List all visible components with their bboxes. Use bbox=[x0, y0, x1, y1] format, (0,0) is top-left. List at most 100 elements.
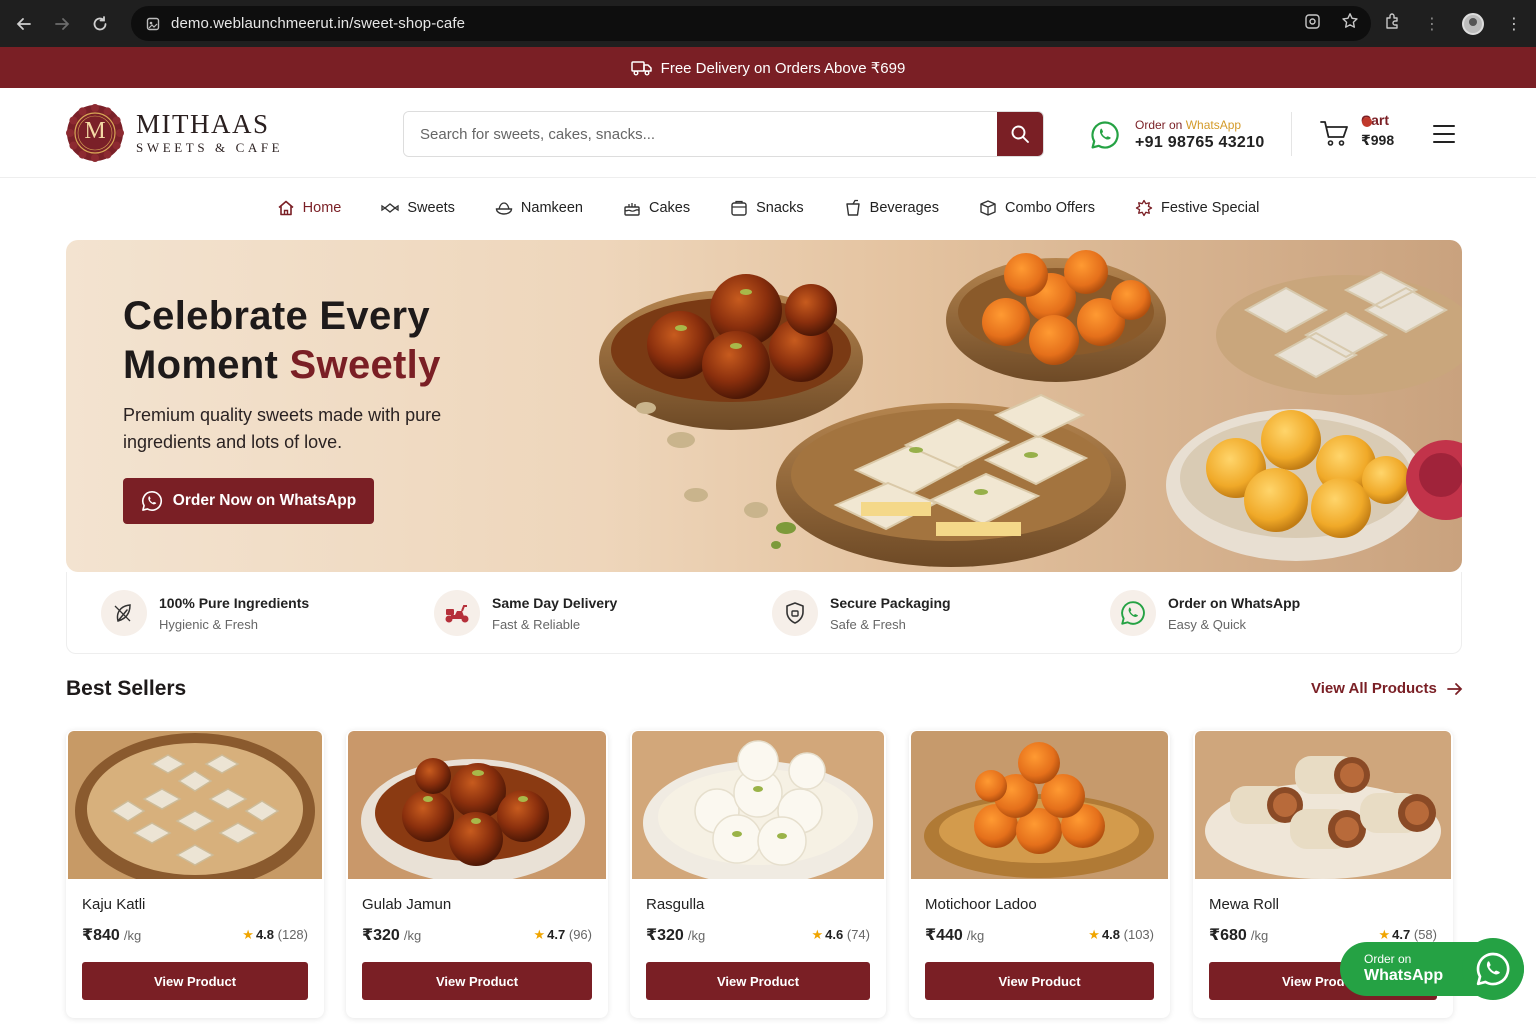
hero-subtitle: Premium quality sweets made with pure in… bbox=[123, 405, 442, 452]
view-product-button[interactable]: View Product bbox=[362, 962, 592, 1000]
product-rating: ★ 4.6 (74) bbox=[811, 927, 870, 942]
hero-sweets-image bbox=[599, 250, 1462, 567]
product-price: ₹320/kg bbox=[362, 927, 422, 944]
site-info-icon[interactable] bbox=[145, 16, 161, 32]
whatsapp-icon bbox=[141, 491, 162, 511]
product-card[interactable]: Rasgulla ₹320/kg ★ 4.6 (74) View Product bbox=[630, 730, 886, 1018]
search-icon bbox=[1011, 125, 1029, 143]
product-price: ₹840/kg bbox=[82, 927, 142, 944]
product-name[interactable]: Rasgulla bbox=[646, 896, 704, 913]
nav-item-namkeen[interactable]: Namkeen bbox=[495, 190, 583, 226]
leaf-icon bbox=[101, 590, 147, 636]
product-image-kaju-katli[interactable] bbox=[68, 731, 322, 879]
product-card[interactable]: Kaju Katli ₹840/kg ★ 4.8 (128) View Produ… bbox=[66, 730, 324, 1018]
bookmark-star-icon[interactable] bbox=[1341, 12, 1359, 35]
truck-icon bbox=[630, 60, 652, 75]
header-divider bbox=[1291, 112, 1292, 156]
scooter-icon bbox=[434, 590, 480, 636]
star-icon: ★ bbox=[533, 927, 546, 942]
product-price: ₹440/kg bbox=[925, 927, 985, 944]
cup-icon bbox=[844, 199, 862, 217]
whatsapp-icon bbox=[1091, 121, 1119, 149]
profile-avatar[interactable] bbox=[1462, 12, 1484, 35]
product-rating: ★ 4.7 (58) bbox=[1378, 927, 1437, 942]
star-icon: ★ bbox=[1088, 927, 1100, 942]
product-name[interactable]: Gulab Jamun bbox=[362, 896, 451, 913]
candy-icon bbox=[381, 199, 400, 217]
forward-arrow-icon[interactable] bbox=[48, 10, 76, 38]
cart-icon bbox=[1320, 121, 1348, 146]
cart-amount: ₹998 bbox=[1361, 132, 1395, 148]
lens-icon[interactable] bbox=[1304, 13, 1321, 35]
whatsapp-icon bbox=[1462, 938, 1524, 1000]
star-icon: ★ bbox=[1378, 927, 1391, 942]
feature-secure-packaging: Secure Packaging Safe & Fresh bbox=[772, 590, 951, 636]
product-image-rasgulla[interactable] bbox=[632, 731, 884, 879]
hamburger-menu-icon[interactable] bbox=[1433, 125, 1455, 143]
nav-item-snacks[interactable]: Snacks bbox=[730, 190, 804, 226]
browser-toolbar: demo.weblaunchmeerut.in/sweet-shop-cafe … bbox=[0, 0, 1536, 47]
hero-whatsapp-cta-button[interactable]: Order Now on WhatsApp bbox=[123, 478, 374, 524]
product-price: ₹680/kg bbox=[1209, 927, 1269, 944]
category-nav: Home Sweets Namkeen Cakes Snacks Beverag… bbox=[0, 190, 1536, 226]
view-product-button[interactable]: View Product bbox=[646, 962, 870, 1000]
product-name[interactable]: Motichoor Ladoo bbox=[925, 896, 1037, 913]
search-input[interactable] bbox=[404, 112, 999, 156]
product-card[interactable]: Gulab Jamun ₹320/kg ★ 4.7 (96) View Produ… bbox=[346, 730, 608, 1018]
product-name[interactable]: Mewa Roll bbox=[1209, 896, 1279, 913]
nav-item-sweets[interactable]: Sweets bbox=[381, 190, 455, 226]
view-product-button[interactable]: View Product bbox=[82, 962, 308, 1000]
cake-icon bbox=[623, 199, 641, 217]
whatsapp-order-label: Order on WhatsApp bbox=[1135, 118, 1242, 132]
product-rating: ★ 4.8 (103) bbox=[1088, 927, 1154, 942]
cart-count-badge bbox=[1362, 117, 1372, 127]
hero-title: Celebrate Every Moment Sweetly bbox=[123, 294, 441, 387]
best-sellers-heading: Best Sellers bbox=[66, 677, 187, 700]
product-image-mewa-roll[interactable] bbox=[1195, 731, 1451, 879]
product-image-motichoor-ladoo[interactable] bbox=[911, 731, 1168, 879]
view-all-products-link[interactable]: View All Products bbox=[1311, 680, 1463, 697]
feature-pure-ingredients: 100% Pure Ingredients Hygienic & Fresh bbox=[101, 590, 309, 636]
product-card[interactable]: Motichoor Ladoo ₹440/kg ★ 4.8 (103) View … bbox=[909, 730, 1170, 1018]
search-button[interactable] bbox=[997, 112, 1043, 156]
floating-whatsapp-button[interactable]: Order on WhatsApp bbox=[1340, 938, 1524, 1000]
brand-name: MITHAAS bbox=[136, 109, 270, 139]
address-bar[interactable]: demo.weblaunchmeerut.in/sweet-shop-cafe bbox=[131, 6, 1371, 41]
promo-bar: Free Delivery on Orders Above ₹699 bbox=[0, 47, 1536, 88]
extensions-puzzle-icon[interactable] bbox=[1384, 12, 1402, 35]
view-product-button[interactable]: View Product bbox=[925, 962, 1154, 1000]
search-bar bbox=[403, 111, 1044, 157]
product-price: ₹320/kg bbox=[646, 927, 706, 944]
product-rating: ★ 4.7 (96) bbox=[533, 927, 592, 942]
shield-icon bbox=[772, 590, 818, 636]
brand-logo-initial: M bbox=[84, 118, 106, 144]
nav-item-combo-offers[interactable]: Combo Offers bbox=[979, 190, 1095, 226]
product-rating: ★ 4.8 (128) bbox=[242, 927, 308, 942]
star-icon: ★ bbox=[242, 927, 254, 942]
product-image-gulab-jamun[interactable] bbox=[348, 731, 606, 879]
product-name[interactable]: Kaju Katli bbox=[82, 896, 145, 913]
nav-item-festive-special[interactable]: Festive Special bbox=[1135, 190, 1259, 226]
feature-same-day-delivery: Same Day Delivery Fast & Reliable bbox=[434, 590, 617, 636]
cart-button[interactable]: Cart ₹998 bbox=[1320, 112, 1400, 160]
hero-banner: Celebrate Every Moment Sweetly Premium q… bbox=[66, 240, 1462, 572]
url-text: demo.weblaunchmeerut.in/sweet-shop-cafe bbox=[171, 15, 466, 32]
whatsapp-icon bbox=[1110, 590, 1156, 636]
reload-icon[interactable] bbox=[86, 10, 114, 38]
feature-order-whatsapp: Order on WhatsApp Easy & Quick bbox=[1110, 590, 1300, 636]
tab-separator-dots-icon: ⋮ bbox=[1424, 15, 1440, 33]
nav-item-cakes[interactable]: Cakes bbox=[623, 190, 690, 226]
nav-item-home[interactable]: Home bbox=[277, 190, 341, 226]
bowl-icon bbox=[495, 199, 513, 217]
arrow-right-icon bbox=[1446, 682, 1463, 695]
whatsapp-phone-number: +91 98765 43210 bbox=[1135, 134, 1265, 151]
whatsapp-order-link[interactable]: Order on WhatsApp +91 98765 43210 bbox=[1090, 118, 1265, 152]
nav-item-beverages[interactable]: Beverages bbox=[844, 190, 939, 226]
home-icon bbox=[277, 199, 295, 217]
brand-name-block[interactable]: MITHAAS SWEETS & CAFE bbox=[136, 110, 283, 156]
browser-menu-icon[interactable]: ⋮ bbox=[1506, 14, 1522, 34]
promo-text: Free Delivery on Orders Above ₹699 bbox=[660, 59, 906, 77]
snack-box-icon bbox=[730, 199, 748, 217]
features-strip: 100% Pure Ingredients Hygienic & Fresh Sa… bbox=[66, 572, 1462, 654]
back-arrow-icon[interactable] bbox=[10, 10, 38, 38]
